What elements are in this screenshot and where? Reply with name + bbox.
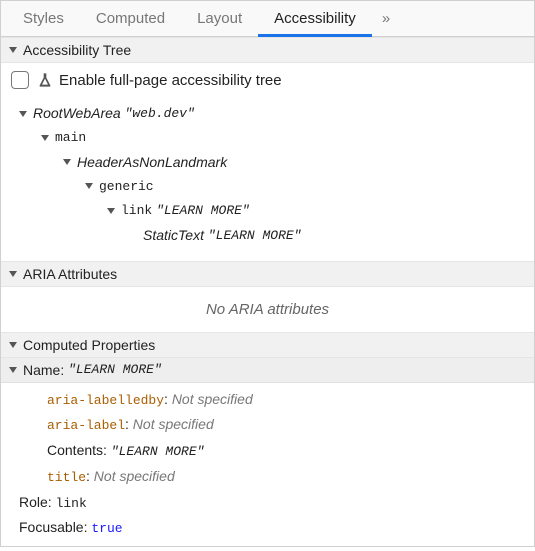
prop-role: Role: link <box>19 490 526 516</box>
chevron-down-icon <box>9 271 17 277</box>
node-name: "LEARN MORE" <box>208 224 302 247</box>
chevron-down-icon <box>19 111 27 117</box>
prop-aria-label: aria-label: Not specified <box>31 412 526 438</box>
section-aria-header[interactable]: ARIA Attributes <box>1 261 534 287</box>
attr-name: aria-label <box>47 418 125 433</box>
tree-node-root[interactable]: RootWebArea "web.dev" <box>19 101 524 126</box>
a11y-tree: RootWebArea "web.dev" main HeaderAsNonLa… <box>1 97 534 261</box>
chevron-down-icon <box>9 342 17 348</box>
chevron-down-icon <box>107 208 115 214</box>
chevron-down-icon <box>41 135 49 141</box>
node-role: generic <box>99 175 154 198</box>
tab-accessibility[interactable]: Accessibility <box>258 1 372 37</box>
tab-computed[interactable]: Computed <box>80 1 181 37</box>
tree-node-statictext[interactable]: StaticText "LEARN MORE" <box>19 223 524 248</box>
attr-name: Role: <box>19 494 52 510</box>
prop-aria-labelledby: aria-labelledby: Not specified <box>31 387 526 413</box>
tree-node-main[interactable]: main <box>19 126 524 149</box>
flask-icon <box>37 72 53 88</box>
prop-focusable: Focusable: true <box>19 515 526 541</box>
enable-full-page-label: Enable full-page accessibility tree <box>59 72 282 89</box>
chevron-down-icon <box>9 47 17 53</box>
name-label: Name: <box>23 362 64 378</box>
computed-name-row[interactable]: Name: "LEARN MORE" <box>1 358 534 383</box>
section-computed-header[interactable]: Computed Properties <box>1 332 534 358</box>
attr-value: Not specified <box>94 468 175 484</box>
attr-name: Focusable: <box>19 519 87 535</box>
computed-properties: aria-labelledby: Not specified aria-labe… <box>1 383 534 551</box>
attr-value: "LEARN MORE" <box>111 444 205 459</box>
node-name: "web.dev" <box>125 102 195 125</box>
name-value: "LEARN MORE" <box>68 362 162 377</box>
section-title: Computed Properties <box>23 337 155 353</box>
enable-full-page-checkbox[interactable] <box>11 71 29 89</box>
node-role: main <box>55 126 86 149</box>
section-a11y-tree-header[interactable]: Accessibility Tree <box>1 37 534 63</box>
tab-styles[interactable]: Styles <box>7 1 80 37</box>
attr-value: Not specified <box>133 416 214 432</box>
prop-title: title: Not specified <box>31 464 526 490</box>
node-role: link <box>121 199 152 222</box>
chevron-down-icon <box>85 183 93 189</box>
attr-name: aria-labelledby <box>47 393 164 408</box>
tab-layout[interactable]: Layout <box>181 1 258 37</box>
section-title: Accessibility Tree <box>23 42 131 58</box>
tree-node-link[interactable]: link "LEARN MORE" <box>19 198 524 223</box>
tree-node-generic[interactable]: generic <box>19 175 524 198</box>
node-name: "LEARN MORE" <box>156 199 250 222</box>
attr-name: title <box>47 470 86 485</box>
tree-node-header[interactable]: HeaderAsNonLandmark <box>19 150 524 175</box>
tabs-overflow[interactable]: » <box>372 1 400 37</box>
prop-contents: Contents: "LEARN MORE" <box>31 438 526 464</box>
devtools-tabs: Styles Computed Layout Accessibility » <box>1 1 534 37</box>
attr-value: link <box>56 496 87 511</box>
section-title: ARIA Attributes <box>23 266 117 282</box>
node-role: RootWebArea <box>33 101 121 126</box>
attr-name: Contents: <box>47 442 107 458</box>
attr-value: Not specified <box>172 391 253 407</box>
aria-empty-message: No ARIA attributes <box>1 287 534 332</box>
node-role: StaticText <box>143 223 204 248</box>
chevron-down-icon <box>63 159 71 165</box>
attr-value: true <box>91 521 122 536</box>
enable-full-page-row: Enable full-page accessibility tree <box>1 63 534 97</box>
chevron-down-icon <box>9 367 17 373</box>
node-role: HeaderAsNonLandmark <box>77 150 227 175</box>
